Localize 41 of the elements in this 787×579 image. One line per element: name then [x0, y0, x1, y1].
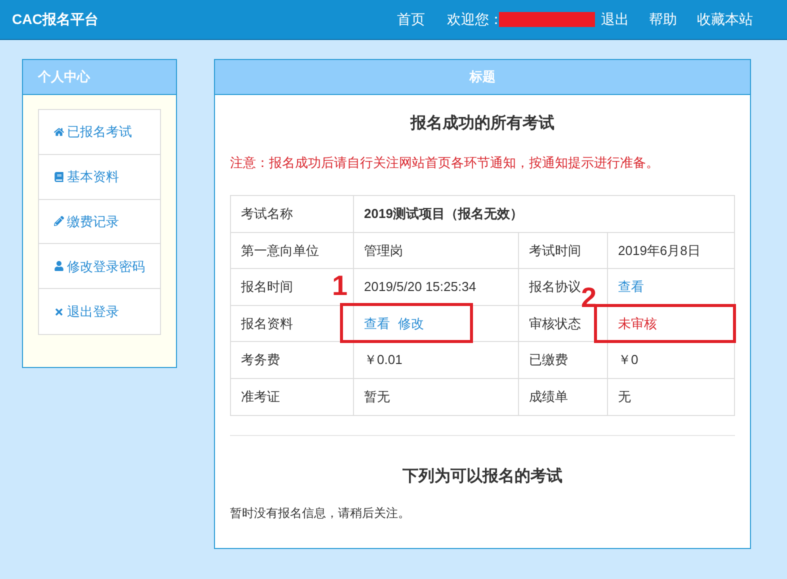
nav-link[interactable]: 首页	[397, 9, 425, 30]
table-cell: 无	[608, 378, 734, 416]
table-cell: 已缴费	[518, 342, 608, 378]
home-icon	[54, 126, 64, 137]
section-heading: 下列为可以报名的考试	[402, 466, 564, 487]
table-link[interactable]: 查看	[618, 277, 644, 297]
user-icon	[54, 261, 64, 272]
table-cell: 暂无	[354, 378, 518, 416]
table-cell: 2019年6月8日	[608, 232, 734, 269]
panel-header: 标题	[215, 60, 750, 95]
table-link[interactable]: 查看	[364, 314, 390, 334]
table-cell: ￥0	[608, 342, 734, 378]
table-cell: ￥0.01	[354, 342, 518, 378]
greeting-text: 欢迎您：	[447, 10, 503, 29]
table-cell: 第一意向单位	[230, 232, 354, 269]
sidebar-item[interactable]: 缴费记录	[39, 200, 160, 244]
table-cell: 报名资料	[230, 305, 354, 342]
notice-text: 注意：报名成功后请自行关注网站首页各环节通知，按通知提示进行准备。	[230, 154, 660, 172]
table-cell: 准考证	[230, 378, 354, 416]
table-cell: 成绩单	[518, 378, 608, 416]
sidebar-header: 个人中心	[23, 60, 176, 95]
sidebar-item[interactable]: 退出登录	[39, 289, 160, 334]
annotation-number: 1	[332, 271, 348, 301]
sidebar-item[interactable]: 基本资料	[39, 154, 160, 200]
sidebar-item[interactable]: 已报名考试	[39, 110, 160, 155]
book-icon	[54, 172, 64, 182]
table-cell: 考务费	[230, 342, 354, 378]
section-heading: 报名成功的所有考试	[409, 114, 556, 134]
sidebar-item[interactable]: 修改登录密码	[39, 244, 160, 290]
table-cell: 考试时间	[518, 232, 608, 269]
table-cell: 2019测试项目（报名无效）	[354, 196, 734, 232]
nav-link[interactable]: 退出	[601, 9, 629, 30]
nav-link[interactable]: 收藏本站	[697, 9, 753, 30]
table-link[interactable]: 修改	[398, 314, 424, 334]
site-title: CAC报名平台	[12, 10, 98, 29]
table-cell: 管理岗	[354, 232, 518, 269]
empty-message: 暂时没有报名信息，请稍后关注。	[230, 504, 411, 522]
nav-link[interactable]: 帮助	[649, 9, 677, 30]
table-cell: 考试名称	[230, 196, 354, 232]
close-icon	[54, 306, 64, 317]
pencil-icon	[54, 216, 64, 226]
